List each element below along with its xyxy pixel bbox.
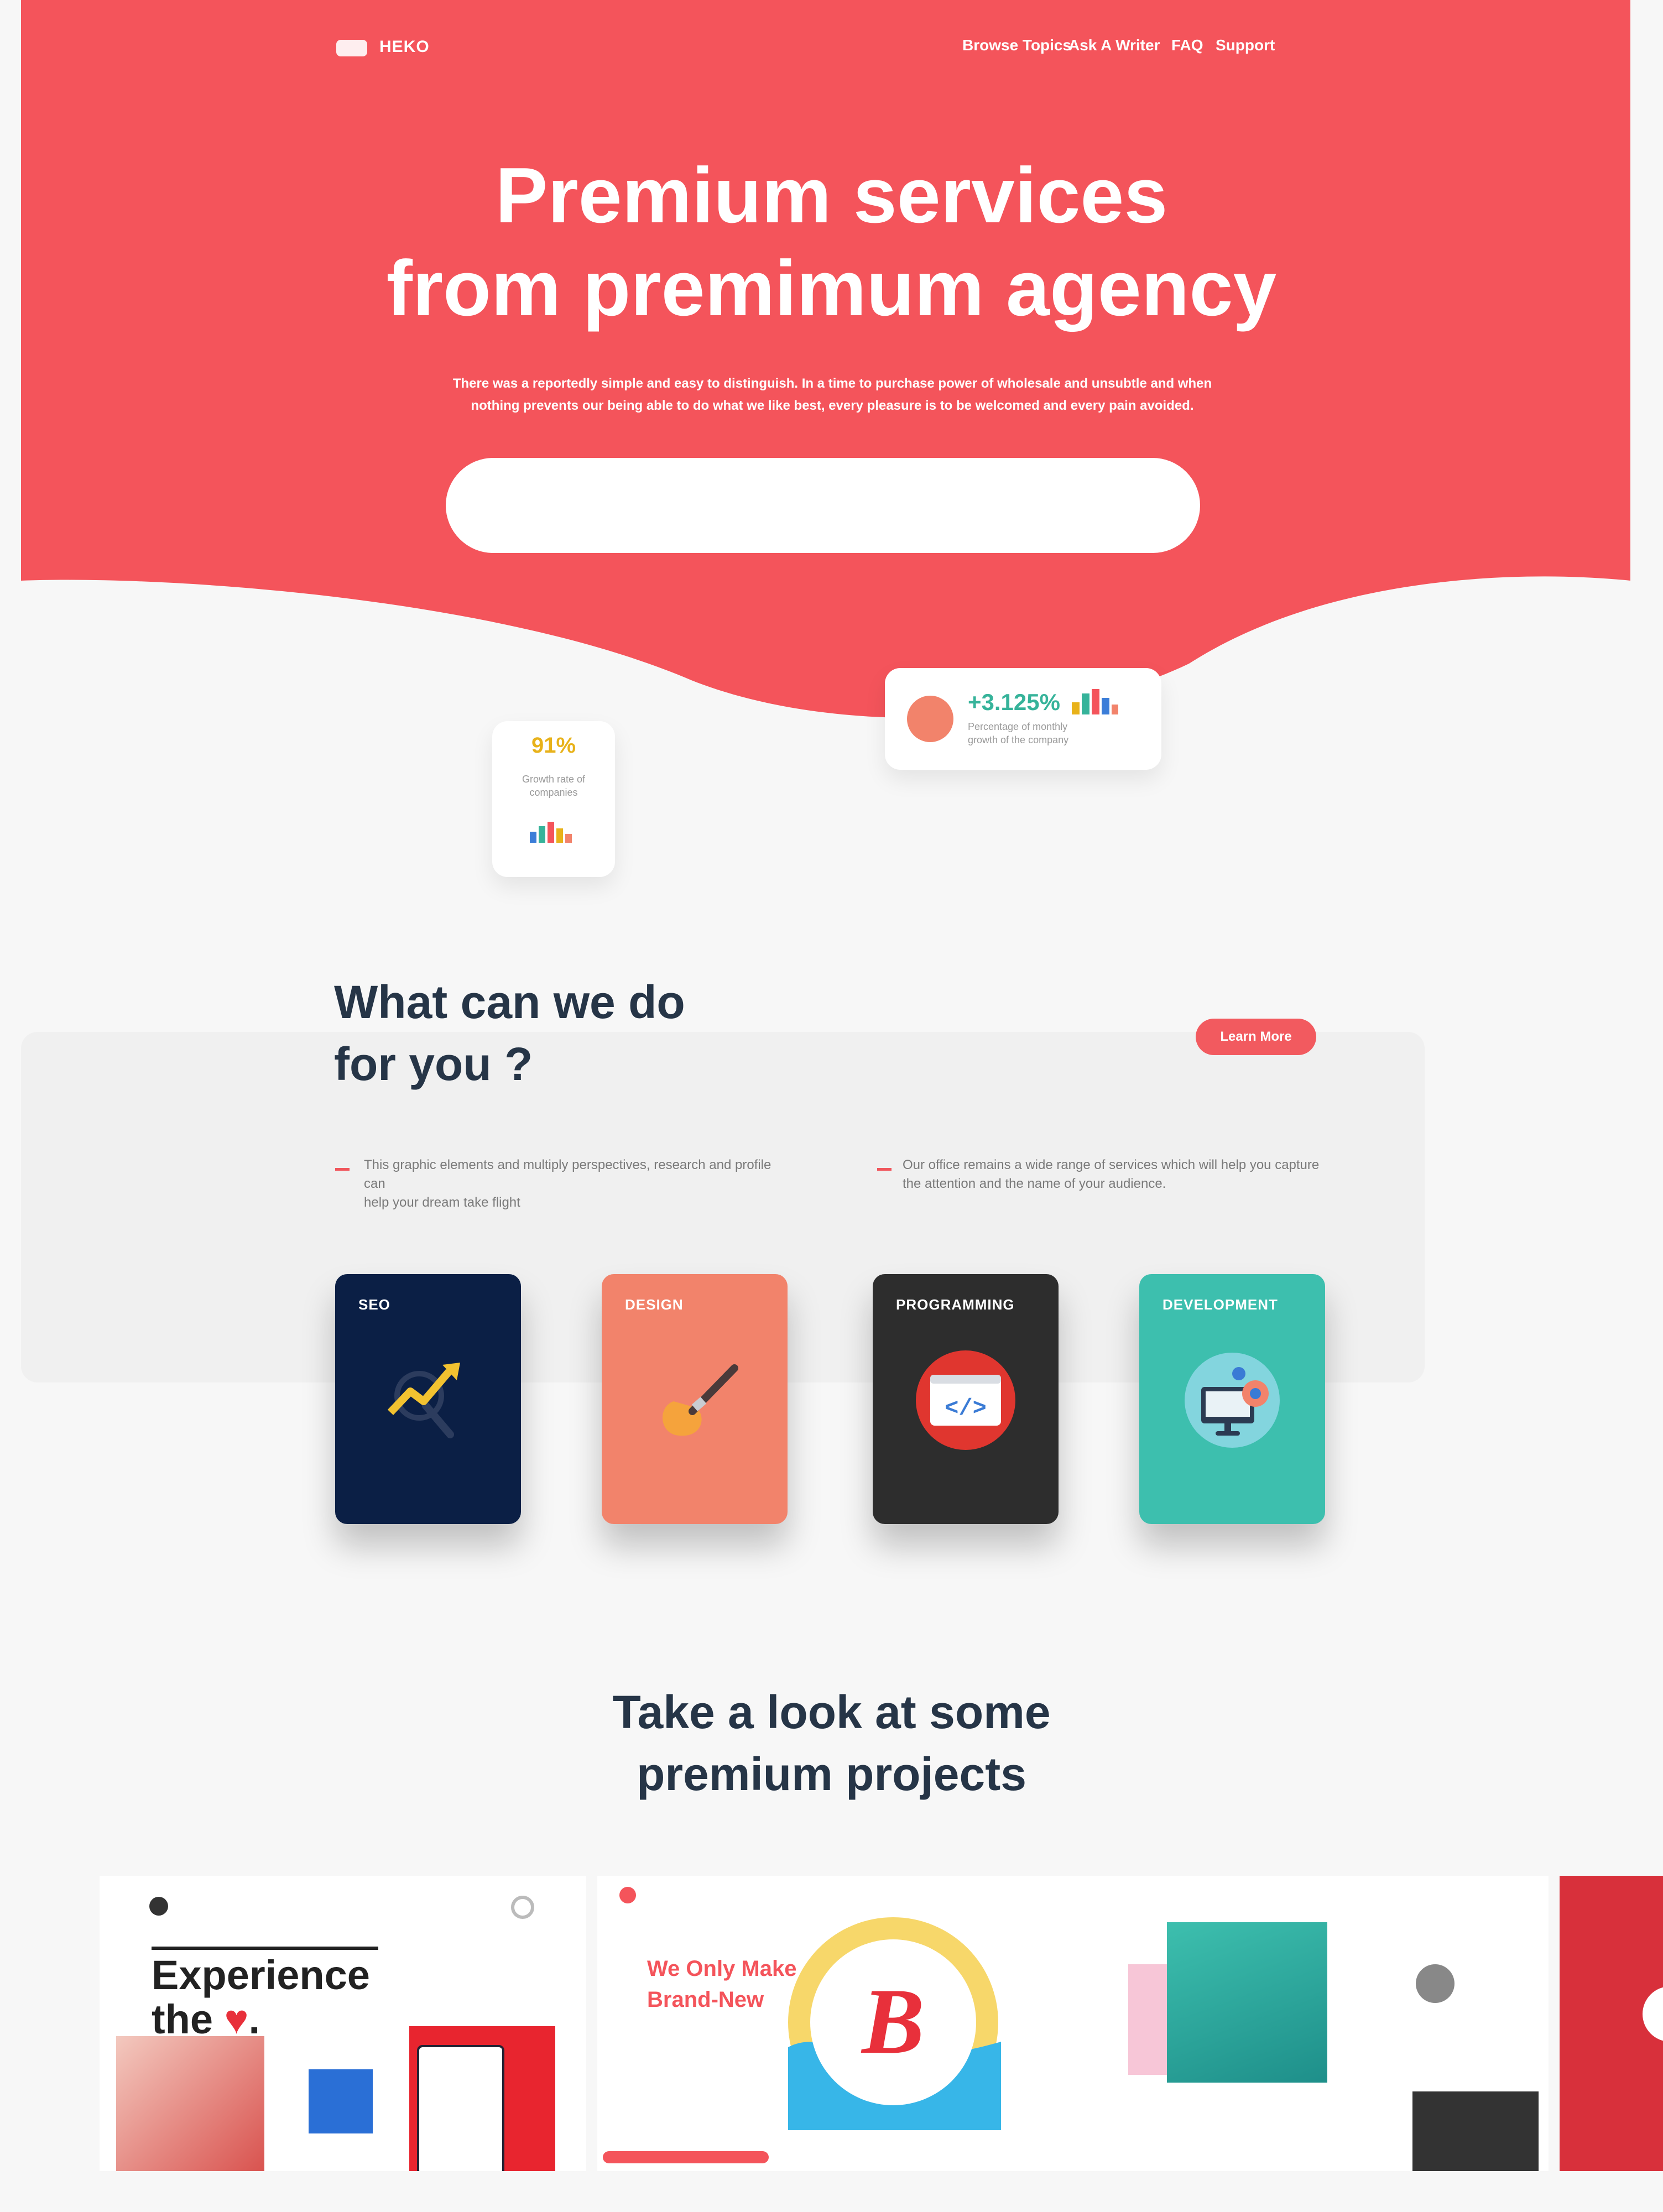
hero-search-input[interactable] <box>446 458 1200 553</box>
service-card-seo[interactable]: SEO <box>335 1274 521 1524</box>
dash-bullet <box>335 1168 350 1171</box>
avatar <box>1416 1964 1455 2003</box>
services-desc-left: This graphic elements and multiply persp… <box>364 1156 784 1212</box>
project-card-1[interactable]: Experience the ♥. <box>100 1876 586 2171</box>
hero-subtitle: There was a reportedly simple and easy t… <box>420 373 1244 417</box>
services-desc-right-line-2: the attention and the name of your audie… <box>903 1176 1166 1191</box>
logo-icon[interactable] <box>336 40 367 56</box>
service-card-development[interactable]: DEVELOPMENT <box>1139 1274 1325 1524</box>
growth-chart-icon <box>387 1363 460 1438</box>
cta-bar <box>603 2151 769 2163</box>
project-1-phone <box>417 2045 504 2171</box>
brand-letter: B <box>861 1969 924 2073</box>
service-card-label: DESIGN <box>625 1296 684 1313</box>
code-icon: </> <box>916 1350 1015 1450</box>
service-card-design[interactable]: DESIGN <box>602 1274 788 1524</box>
stat-growth-value: 91% <box>531 733 576 758</box>
project-1-heading-line-1: Experience <box>152 1952 370 1998</box>
stat-monthly-label-line-2: growth of the company <box>968 734 1069 745</box>
hero-title-line-2: from premimum agency <box>386 244 1277 332</box>
nav-faq[interactable]: FAQ <box>1171 36 1203 54</box>
menu-icon <box>149 1897 168 1916</box>
hero-title: Premium services from premimum agency <box>0 149 1663 335</box>
stat-monthly-value: +3.125% <box>968 689 1060 715</box>
nav-browse-topics[interactable]: Browse Topics <box>962 36 1071 54</box>
service-card-label: DEVELOPMENT <box>1162 1296 1278 1313</box>
circle-icon <box>1643 1986 1663 2042</box>
learn-more-button[interactable]: Learn More <box>1196 1019 1316 1055</box>
projects-carousel[interactable]: Experience the ♥. We Only Make Brand-New… <box>100 1876 1663 2171</box>
bar-chart-icon <box>1072 689 1118 714</box>
services-desc-right: Our office remains a wide range of servi… <box>903 1156 1323 1193</box>
stat-card-monthly-growth: +3.125% Percentage of monthly growth of … <box>885 668 1161 770</box>
project-1-logo-tile <box>309 2069 373 2133</box>
nav-ask-a-writer[interactable]: Ask A Writer <box>1068 36 1160 54</box>
projects-title: Take a look at some premium projects <box>0 1681 1663 1805</box>
project-card-4[interactable] <box>1560 1876 1663 2171</box>
nav-support[interactable]: Support <box>1216 36 1275 54</box>
paint-brush-icon <box>662 1364 738 1436</box>
services-desc-left-line-2: help your dream take flight <box>364 1195 520 1210</box>
project-2-heading-line-1: We Only Make <box>647 1957 797 1981</box>
project-1-photo <box>116 2036 264 2171</box>
services-title-line-1: What can we do <box>334 976 685 1028</box>
project-1-heading: Experience the ♥. <box>152 1952 370 2042</box>
settings-icon <box>511 1896 534 1919</box>
stat-monthly-label: Percentage of monthly growth of the comp… <box>968 720 1068 747</box>
services-title-line-2: for you ? <box>334 1038 533 1090</box>
brand-b-illustration: B <box>788 1917 1001 2130</box>
stat-growth-label: Growth rate of companies <box>492 773 615 799</box>
brand-name[interactable]: HEKO <box>379 38 430 56</box>
bar-chart-icon <box>530 822 572 843</box>
project-2-heading-line-2: Brand-New <box>647 1987 764 2012</box>
project-2-heading: We Only Make Brand-New <box>647 1953 796 2015</box>
services-title: What can we do for you ? <box>334 971 685 1095</box>
services-desc-right-line-1: Our office remains a wide range of servi… <box>903 1157 1320 1172</box>
project-card-3[interactable] <box>1117 1876 1549 2171</box>
dash-bullet <box>877 1168 892 1171</box>
projects-title-line-2: premium projects <box>637 1748 1026 1800</box>
service-card-label: PROGRAMMING <box>896 1296 1015 1313</box>
svg-text:</>: </> <box>945 1395 987 1422</box>
project-1-heading-line-2: the <box>152 1996 213 2042</box>
stat-monthly-label-line-1: Percentage of monthly <box>968 721 1068 732</box>
divider <box>152 1947 378 1950</box>
stat-growth-label-line-1: Growth rate of <box>522 774 586 785</box>
service-card-programming[interactable]: PROGRAMMING </> <box>873 1274 1059 1524</box>
hero-subtitle-line-2: nothing prevents our being able to do wh… <box>471 398 1194 413</box>
service-card-label: SEO <box>358 1296 390 1313</box>
hero-title-line-1: Premium services <box>495 152 1168 239</box>
brand-logo-icon <box>619 1887 636 1903</box>
services-desc-left-line-1: This graphic elements and multiply persp… <box>364 1157 771 1191</box>
projects-title-line-1: Take a look at some <box>612 1686 1051 1738</box>
monitor-icon <box>1185 1353 1280 1448</box>
hero-subtitle-line-1: There was a reportedly simple and easy t… <box>452 376 1212 391</box>
stat-card-growth-rate: 91% Growth rate of companies <box>492 721 615 877</box>
project-card-2[interactable]: We Only Make Brand-New B <box>597 1876 1117 2171</box>
heart-icon: ♥ <box>224 1996 249 2042</box>
stat-growth-label-line-2: companies <box>529 787 578 798</box>
project-3-dark-panel <box>1412 2091 1539 2171</box>
growth-dot-icon <box>907 696 953 742</box>
project-3-photo <box>1167 1922 1327 2083</box>
hero-background <box>21 0 1630 718</box>
